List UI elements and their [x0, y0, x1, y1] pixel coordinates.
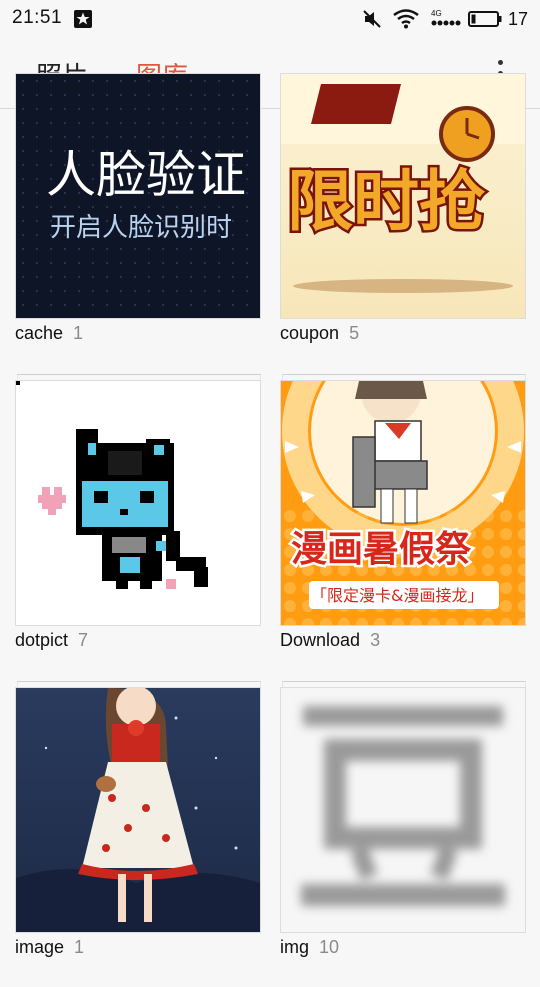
album-cache[interactable]: 人脸验证 开启人脸识别时 cache 1	[15, 73, 261, 373]
album-thumbnail[interactable]: 豆	[280, 687, 526, 933]
thumb-subtitle-text: 开启人脸识别时	[50, 213, 232, 243]
album-thumbnail[interactable]: 限时抢	[280, 73, 526, 319]
anime-girl-thumbnail	[16, 688, 260, 932]
album-count: 1	[73, 323, 84, 343]
coupon-thumbnail: 限时抢	[281, 74, 525, 318]
album-thumbnail[interactable]	[15, 380, 261, 626]
album-count: 3	[370, 630, 381, 650]
status-time: 21:51	[12, 7, 63, 28]
album-name: Download	[280, 630, 361, 650]
thumb-title-text: 限时抢	[287, 163, 486, 240]
album-download[interactable]: 漫画暑假祭 「限定漫卡&漫画接龙」 Download 3	[280, 374, 526, 680]
album-caption: dotpict 7	[15, 630, 88, 651]
album-count: 10	[319, 937, 340, 957]
album-count: 7	[78, 630, 89, 650]
album-caption: cache 1	[15, 323, 83, 344]
status-bar: 21:51 4G 17	[0, 0, 540, 38]
album-count: 1	[74, 937, 85, 957]
battery-icon	[468, 11, 502, 27]
thumb-title-text: 人脸验证	[46, 146, 246, 204]
album-caption: Download 3	[280, 630, 380, 651]
album-name: dotpict	[15, 630, 69, 650]
mute-icon	[363, 10, 381, 28]
album-name: img	[280, 937, 310, 957]
more-dot-icon	[497, 60, 503, 65]
battery-level: 17	[508, 9, 529, 29]
album-count: 5	[349, 323, 360, 343]
thumb-title-text: 漫画暑假祭	[291, 529, 472, 570]
album-name: coupon	[280, 323, 340, 343]
album-name: cache	[15, 323, 64, 343]
face-verify-thumbnail: 人脸验证 开启人脸识别时	[16, 74, 260, 318]
network-type-label: 4G	[431, 9, 442, 18]
album-image[interactable]: image 1	[15, 681, 261, 987]
pixel-cat-thumbnail	[16, 381, 260, 625]
douban-logo-thumbnail: 豆	[281, 688, 525, 932]
thumb-subtitle-text: 「限定漫卡&漫画接龙」	[311, 586, 483, 605]
album-thumbnail[interactable]: 漫画暑假祭 「限定漫卡&漫画接龙」	[280, 380, 526, 626]
album-caption: coupon 5	[280, 323, 359, 344]
album-thumbnail[interactable]: 人脸验证 开启人脸识别时	[15, 73, 261, 319]
album-caption: img 10	[280, 937, 339, 958]
manga-festival-thumbnail: 漫画暑假祭 「限定漫卡&漫画接龙」	[281, 381, 525, 625]
album-thumbnail[interactable]	[15, 687, 261, 933]
album-coupon[interactable]: 限时抢 coupon 5	[280, 73, 526, 373]
album-img[interactable]: 豆 img 10	[280, 681, 526, 987]
wifi-icon	[393, 9, 419, 29]
signal-icon: 4G	[431, 9, 461, 26]
album-dotpict[interactable]: dotpict 7	[15, 374, 261, 680]
notification-icon	[74, 10, 92, 28]
album-caption: image 1	[15, 937, 84, 958]
album-name: image	[15, 937, 65, 957]
